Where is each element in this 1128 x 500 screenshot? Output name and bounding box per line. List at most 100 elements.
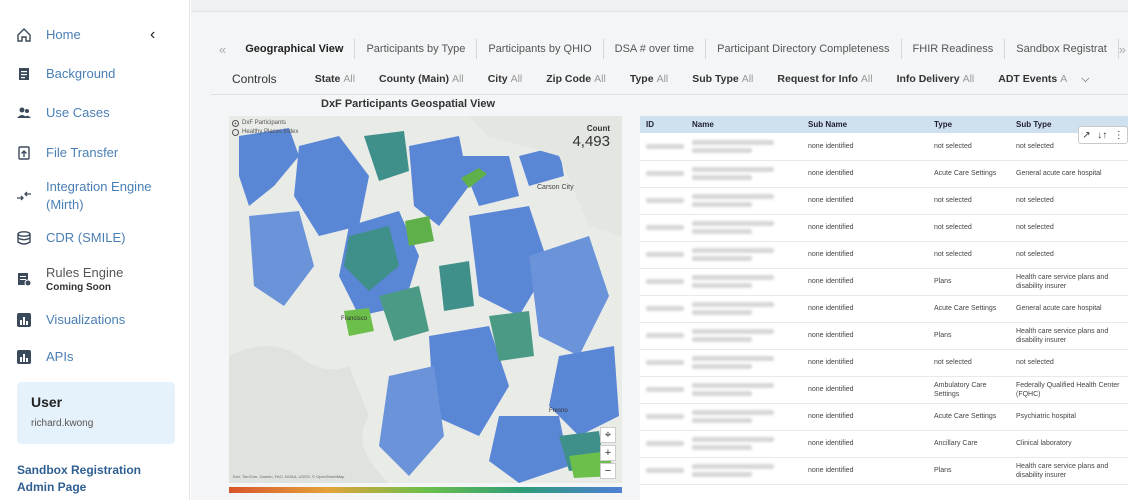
cell-sub-name: none identified — [802, 430, 928, 458]
filter-city[interactable]: City All — [488, 73, 523, 85]
sidebar-item-file-transfer[interactable]: File Transfer — [0, 144, 190, 162]
chevron-down-icon[interactable]: ⌵ — [1081, 73, 1089, 86]
table-row[interactable]: none identified not selected not selected — [640, 133, 1128, 161]
cell-sub-type: General acute care hospital — [1010, 160, 1128, 188]
redacted-name — [686, 214, 802, 242]
sidebar-item-home[interactable]: Home — [0, 26, 190, 44]
redacted-id — [640, 457, 686, 485]
tab-sandbox-registration[interactable]: Sandbox Registrat — [1005, 39, 1119, 59]
cell-sub-type: General acute care hospital — [1010, 295, 1128, 323]
filter-zip-code[interactable]: Zip Code All — [546, 73, 606, 85]
zoom-in-button[interactable]: + — [600, 445, 616, 461]
cell-type: not selected — [928, 241, 1010, 269]
cell-sub-name: none identified — [802, 268, 928, 296]
table-row[interactable]: none identified Plans Health care service … — [640, 268, 1128, 296]
sidebar-item-label: File Transfer — [46, 145, 119, 160]
transfer-arrows-icon — [16, 188, 32, 204]
tab-participants-by-type[interactable]: Participants by Type — [355, 39, 478, 59]
dashboard-tabs: « Geographical View Participants by Type… — [219, 37, 1128, 61]
cell-type: not selected — [928, 214, 1010, 242]
app-window: ‹ Home Background Use Cases File Transfe… — [0, 0, 1128, 500]
geospatial-map[interactable]: DxF Participants Healthy Places Index Co… — [229, 116, 622, 483]
table-row[interactable]: none identified Plans Health care service … — [640, 322, 1128, 350]
table-toolbar: ↗ ↓↑ ⋮ — [1078, 126, 1128, 144]
controls-title: Controls — [232, 72, 277, 86]
participants-table: ID Name Sub Name Type Sub Type none iden… — [640, 116, 1128, 500]
filter-info-delivery[interactable]: Info Delivery All — [897, 73, 975, 85]
table-row[interactable]: none identified not selected not selected — [640, 187, 1128, 215]
sidebar-item-apis[interactable]: APIs — [0, 348, 190, 366]
table-row[interactable]: none identified not selected not selected — [640, 241, 1128, 269]
redacted-id — [640, 214, 686, 242]
redacted-id — [640, 160, 686, 188]
column-header-id[interactable]: ID — [640, 116, 686, 133]
tabs-scroll-right-icon[interactable]: » — [1119, 42, 1126, 57]
redacted-id — [640, 322, 686, 350]
column-header-type[interactable]: Type — [928, 116, 1010, 133]
sidebar-item-integration-engine[interactable]: Integration Engine (Mirth) — [0, 178, 190, 214]
legend-healthy-places-index[interactable]: Healthy Places Index — [232, 128, 298, 137]
users-icon — [16, 105, 32, 121]
redacted-name — [686, 160, 802, 188]
table-row[interactable]: none identified not selected not selected — [640, 349, 1128, 377]
table-row[interactable]: none identified not selected not selected — [640, 214, 1128, 242]
filter-county[interactable]: County (Main) All — [379, 73, 464, 85]
table-row[interactable]: none identified Ancillary Care Clinical la… — [640, 430, 1128, 458]
locate-icon[interactable]: ⌖ — [600, 427, 616, 443]
cell-type: not selected — [928, 133, 1010, 161]
cell-sub-name: none identified — [802, 457, 928, 485]
table-row[interactable]: none identified Plans Health care service … — [640, 457, 1128, 485]
count-label: Count — [586, 124, 610, 133]
cell-sub-type: Clinical laboratory — [1010, 430, 1128, 458]
cell-type: Plans — [928, 268, 1010, 296]
redacted-id — [640, 268, 686, 296]
sidebar-item-background[interactable]: Background — [0, 65, 190, 83]
redacted-name — [686, 241, 802, 269]
filter-sub-type[interactable]: Sub Type All — [692, 73, 753, 85]
table-row[interactable]: none identified Ambulatory Care Settings F… — [640, 376, 1128, 404]
tab-dsa-over-time[interactable]: DSA # over time — [604, 39, 707, 59]
sort-icon[interactable]: ↓↑ — [1097, 130, 1107, 141]
home-icon — [16, 27, 32, 43]
cell-sub-name: none identified — [802, 403, 928, 431]
tabs-scroll-left-icon[interactable]: « — [219, 42, 226, 57]
sidebar-item-label: Home — [46, 27, 81, 42]
tab-fhir-readiness[interactable]: FHIR Readiness — [902, 39, 1006, 59]
radio-empty-icon — [232, 129, 239, 136]
cell-type: Acute Care Settings — [928, 403, 1010, 431]
redacted-id — [640, 295, 686, 323]
filter-controls: Controls State All County (Main) All City A… — [232, 70, 1128, 88]
sidebar: ‹ Home Background Use Cases File Transfe… — [0, 0, 190, 500]
legend-dxf-participants[interactable]: DxF Participants — [232, 119, 298, 128]
username: richard.kwong — [31, 418, 94, 429]
table-row[interactable]: none identified Acute Care Settings Genera… — [640, 160, 1128, 188]
sidebar-item-use-cases[interactable]: Use Cases — [0, 104, 190, 122]
sidebar-item-visualizations[interactable]: Visualizations — [0, 311, 190, 329]
table-row[interactable]: none identified Acute Care Settings Genera… — [640, 295, 1128, 323]
column-header-name[interactable]: Name — [686, 116, 802, 133]
more-options-icon[interactable]: ⋮ — [1114, 130, 1124, 141]
sandbox-admin-link[interactable]: Sandbox Registration Admin Page — [17, 462, 177, 496]
map-title: DxF Participants Geospatial View — [321, 98, 496, 110]
redacted-id — [640, 241, 686, 269]
sidebar-item-rules-engine[interactable]: Rules Engine Coming Soon — [0, 264, 190, 294]
place-label: Fresno — [549, 408, 568, 414]
tab-participants-by-qhio[interactable]: Participants by QHIO — [477, 39, 604, 59]
redacted-id — [640, 376, 686, 404]
coming-soon-badge: Coming Soon — [46, 282, 111, 293]
zoom-out-button[interactable]: − — [600, 463, 616, 479]
filter-type[interactable]: Type All — [630, 73, 668, 85]
sidebar-item-label: Background — [46, 66, 116, 81]
sidebar-item-cdr[interactable]: CDR (SMILE) — [0, 229, 190, 247]
filter-adt-events[interactable]: ADT Events A — [998, 73, 1067, 85]
tab-participant-directory-completeness[interactable]: Participant Directory Completeness — [706, 39, 902, 59]
expand-icon[interactable]: ↗ — [1082, 130, 1090, 141]
filter-state[interactable]: State All — [315, 73, 355, 85]
dashboard-main: « Geographical View Participants by Type… — [191, 0, 1128, 500]
file-upload-icon — [16, 145, 32, 161]
filter-request-for-info[interactable]: Request for Info All — [777, 73, 872, 85]
column-header-sub-name[interactable]: Sub Name — [802, 116, 928, 133]
table-row[interactable]: none identified Acute Care Settings Psychi… — [640, 403, 1128, 431]
tab-geographical-view[interactable]: Geographical View — [234, 39, 356, 59]
map-legend: DxF Participants Healthy Places Index — [232, 119, 298, 137]
